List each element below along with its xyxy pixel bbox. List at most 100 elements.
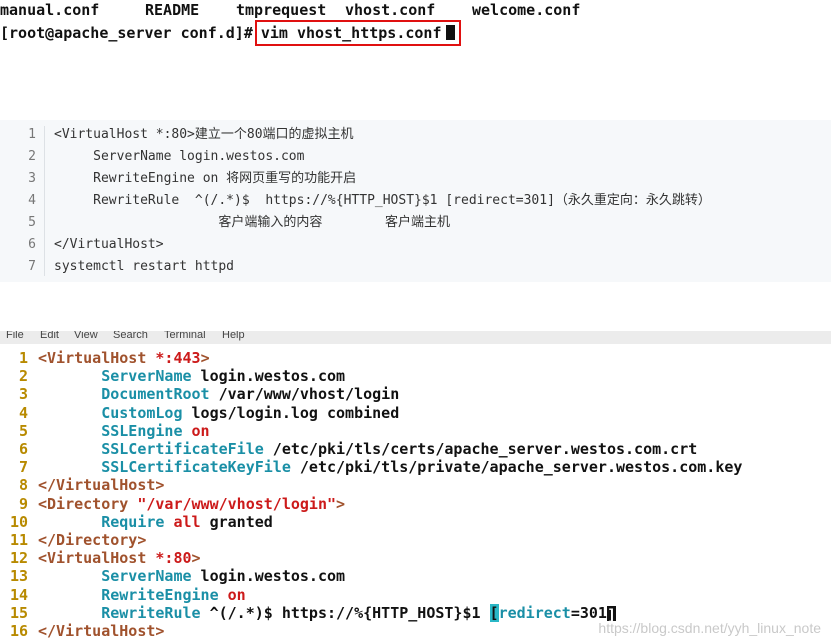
- directive-value: ^(/.*)$ https://%{HTTP_HOST}$1: [200, 603, 490, 622]
- vim-line-number: 15: [9, 603, 28, 622]
- vim-line-number: 5: [18, 421, 28, 440]
- vim-line: 1 <VirtualHost *:443>: [0, 349, 210, 367]
- menu-terminal[interactable]: Terminal: [164, 331, 206, 341]
- directive-value: login.westos.com: [191, 567, 346, 586]
- vim-line: 2 ServerName login.westos.com: [0, 367, 345, 385]
- directive-tag: >: [200, 349, 210, 367]
- vim-line: 14 RewriteEngine on: [0, 586, 246, 604]
- vim-line-number: 9: [18, 494, 28, 513]
- vim-line: 5 SSLEngine on: [0, 422, 210, 440]
- vim-terminal-window: File Edit View Search Terminal Help 1 <Vi…: [0, 331, 831, 644]
- directive-value: on: [218, 585, 246, 604]
- vim-line-number: 13: [9, 567, 28, 586]
- menu-help[interactable]: Help: [222, 331, 245, 341]
- directive-keyword: Require: [101, 512, 165, 531]
- line-number: 2: [28, 149, 36, 164]
- vim-line: 16 </VirtualHost>: [0, 622, 165, 640]
- ls-listing: manual.conf README tmprequest vhost.conf wel…: [0, 0, 580, 20]
- line-number: 1: [28, 127, 36, 142]
- line-number: 7: [28, 259, 36, 274]
- tag-argument: *:443: [155, 349, 201, 367]
- menu-file[interactable]: File: [6, 331, 24, 341]
- vim-cursor: ]: [606, 605, 616, 624]
- line-number: 5: [28, 215, 36, 230]
- code-text: RewriteRule ^(/.*)$ https://%{HTTP_HOST}…: [54, 193, 711, 208]
- vim-line: 12 <VirtualHost *:80>: [0, 549, 201, 567]
- vim-line: 8 </VirtualHost>: [0, 476, 164, 494]
- vim-line-number: 4: [18, 403, 28, 422]
- vim-line-number: 14: [9, 585, 28, 604]
- vim-line: 15 RewriteRule ^(/.*)$ https://%{HTTP_HO…: [0, 603, 616, 624]
- vim-line-number: 11: [9, 531, 28, 549]
- directive-keyword: RewriteEngine: [101, 585, 219, 604]
- vim-line-number: 8: [18, 476, 28, 495]
- code-snippet: 1 <VirtualHost *:80>建立一个80端口的虚拟主机 2 Server…: [0, 120, 831, 282]
- directive-tag: >: [191, 549, 201, 568]
- vim-line: 7 SSLCertificateKeyFile /etc/pki/tls/pri…: [0, 458, 742, 476]
- directive-keyword: SSLCertificateKeyFile: [101, 458, 291, 477]
- vim-line: 9 <Directory "/var/www/vhost/login">: [0, 495, 345, 513]
- directive-keyword: redirect: [498, 603, 571, 622]
- directive-value: on: [182, 421, 210, 440]
- directive-tag: <Directory: [38, 494, 138, 513]
- file-entry: tmprequest: [236, 1, 327, 19]
- code-text: systemctl restart httpd: [54, 259, 235, 274]
- terminal-menubar: File Edit View Search Terminal Help: [0, 331, 831, 344]
- tag-argument: "/var/www/vhost/login": [137, 494, 337, 513]
- command-highlight-box: vim vhost_https.conf: [254, 20, 461, 46]
- line-number: 4: [28, 193, 36, 208]
- menu-edit[interactable]: Edit: [40, 331, 59, 341]
- vim-line-number: 7: [18, 458, 28, 477]
- code-text: </VirtualHost>: [54, 237, 164, 252]
- directive-tag: >: [336, 494, 346, 513]
- file-entry: README: [145, 1, 200, 19]
- directive-keyword: DocumentRoot: [101, 385, 210, 404]
- directive-tag: <VirtualHost: [38, 549, 156, 568]
- vim-line: 6 SSLCertificateFile /etc/pki/tls/certs/…: [0, 440, 697, 458]
- tag-argument: *:80: [155, 549, 192, 568]
- directive-keyword: ServerName: [101, 367, 192, 386]
- code-text: <VirtualHost *:80>建立一个80端口的虚拟主机: [54, 127, 354, 142]
- file-entry: manual.conf: [0, 1, 100, 19]
- typed-command[interactable]: vim vhost_https.conf: [261, 24, 442, 42]
- vim-line: 10 Require all granted: [0, 513, 273, 531]
- directive-keyword: SSLEngine: [101, 421, 183, 440]
- directive-value: /var/www/vhost/login: [209, 385, 400, 404]
- prompt-line: [root@apache_server conf.d]# vim vhost_ht…: [0, 20, 461, 46]
- directive-value: all: [164, 512, 201, 531]
- directive-keyword: RewriteRule: [101, 603, 201, 622]
- directive-value: logs/login.log combined: [182, 403, 400, 422]
- vim-line-number: 2: [18, 367, 28, 386]
- shell-prompt: [root@apache_server conf.d]#: [0, 24, 253, 42]
- vim-line: 3 DocumentRoot /var/www/vhost/login: [0, 385, 399, 403]
- vim-line: 4 CustomLog logs/login.log combined: [0, 404, 399, 422]
- directive-keyword: ServerName: [101, 567, 192, 586]
- vim-line-number: 3: [18, 385, 28, 404]
- vim-line-number: 6: [18, 440, 28, 458]
- vim-line: 11 </Directory>: [0, 531, 146, 549]
- menu-search[interactable]: Search: [113, 331, 148, 341]
- directive-value: login.westos.com: [191, 367, 346, 386]
- directive-keyword: SSLCertificateFile: [101, 440, 264, 458]
- code-text: 客户端输入的内容 客户端主机: [54, 215, 450, 230]
- line-number: 3: [28, 171, 36, 186]
- code-text: RewriteEngine on 将网页重写的功能开启: [54, 171, 357, 186]
- directive-tag: <VirtualHost: [38, 349, 156, 367]
- vim-line-number: 16: [9, 622, 28, 640]
- line-number: 6: [28, 237, 36, 252]
- vim-line-number: 1: [18, 349, 28, 367]
- menu-view[interactable]: View: [74, 331, 98, 341]
- terminal-output: manual.conf README tmprequest vhost.conf wel…: [0, 0, 831, 50]
- vim-line: 13 ServerName login.westos.com: [0, 567, 345, 585]
- code-text: ServerName login.westos.com: [54, 149, 305, 164]
- terminal-cursor: [445, 25, 455, 40]
- file-entry: welcome.conf: [472, 1, 581, 19]
- directive-tag: </Directory>: [38, 531, 147, 549]
- directive-tag: </VirtualHost>: [38, 622, 165, 640]
- vim-line-number: 10: [9, 512, 28, 531]
- gutter-divider: [44, 126, 45, 276]
- directive-value: /etc/pki/tls/certs/apache_server.westos.…: [263, 440, 698, 458]
- watermark: https://blog.csdn.net/yyh_linux_note: [598, 620, 821, 636]
- vim-line-number: 12: [9, 549, 28, 568]
- directive-keyword: CustomLog: [101, 403, 183, 422]
